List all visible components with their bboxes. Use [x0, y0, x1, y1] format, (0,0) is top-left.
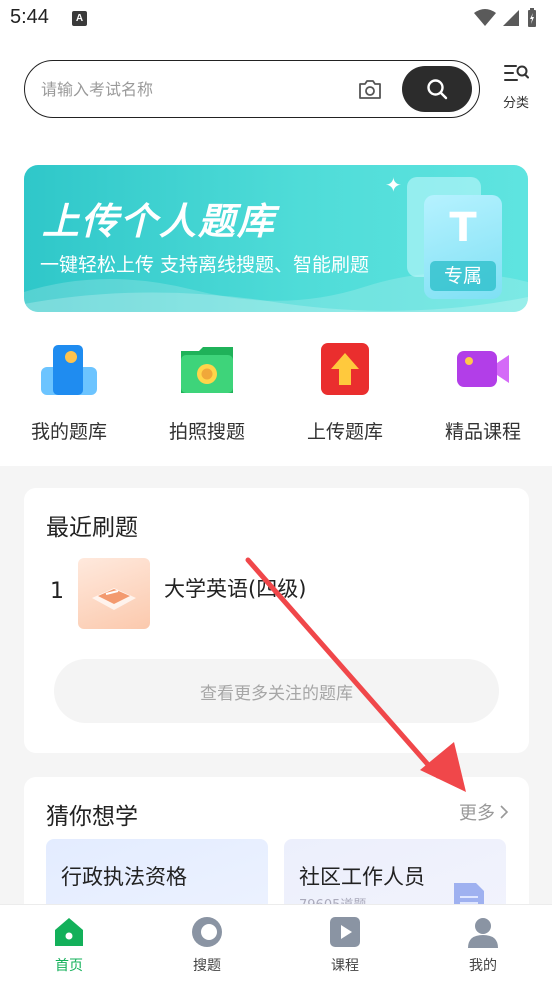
search-button[interactable] — [402, 66, 472, 112]
quick-nav-label: 上传题库 — [306, 421, 383, 443]
wifi-icon — [474, 9, 496, 26]
tab-label: 我的 — [469, 958, 497, 974]
quick-nav-my-bank[interactable]: 我的题库 — [0, 335, 138, 444]
recommend-item-name: 行政执法资格 — [61, 865, 187, 889]
tab-label: 搜题 — [193, 958, 221, 974]
recent-item-name[interactable]: 大学英语(四级) — [164, 573, 306, 603]
more-link[interactable]: 更多 — [459, 799, 509, 825]
recent-practice-card: 最近刷题 1 大学英语(四级) 查看更多关注的题库 — [24, 488, 529, 753]
top-section: 5:44 A 分类 — [0, 0, 552, 466]
tab-courses[interactable]: 课程 — [276, 905, 414, 981]
tab-profile[interactable]: 我的 — [414, 905, 552, 981]
tab-label: 首页 — [55, 958, 83, 974]
banner-title: 上传个人题库 — [42, 200, 276, 243]
quick-nav-courses[interactable]: 精品课程 — [414, 335, 552, 444]
search-tab-icon — [190, 915, 224, 949]
banner-subtitle: 一键轻松上传 支持离线搜题、智能刷题 — [40, 254, 370, 276]
question-bank-icon — [39, 339, 99, 399]
upload-banner[interactable]: ✦ 上传个人题库 一键轻松上传 支持离线搜题、智能刷题 T 专属 — [24, 165, 528, 312]
profile-icon — [466, 915, 500, 949]
quick-nav-label: 精品课程 — [444, 421, 521, 443]
tab-search[interactable]: 搜题 — [138, 905, 276, 981]
notification-app-icon: A — [72, 11, 87, 26]
document-icon: T 专属 — [424, 195, 502, 299]
more-label: 更多 — [459, 803, 495, 824]
quick-nav-upload[interactable]: 上传题库 — [276, 335, 414, 444]
quick-nav-label: 我的题库 — [30, 421, 107, 443]
bank-thumbnail[interactable] — [78, 558, 150, 629]
status-bar: 5:44 A — [0, 0, 552, 40]
status-indicators — [474, 8, 538, 28]
camera-icon[interactable] — [357, 77, 383, 101]
home-icon — [52, 915, 86, 949]
recommend-title: 猜你想学 — [46, 804, 138, 830]
upload-icon — [315, 339, 375, 399]
category-button[interactable]: 分类 — [496, 62, 536, 114]
photo-search-icon — [177, 339, 237, 399]
quick-nav-photo-search[interactable]: 拍照搜题 — [138, 335, 276, 444]
view-more-followed-button[interactable]: 查看更多关注的题库 — [54, 659, 499, 723]
search-input[interactable] — [41, 76, 341, 102]
recommend-item-name: 社区工作人员 — [299, 865, 425, 889]
sparkle-icon: ✦ — [385, 173, 402, 197]
filter-list-icon — [504, 65, 529, 81]
bottom-navigation: 首页 搜题 课程 我的 — [0, 904, 552, 981]
exclusive-tag: 专属 — [430, 261, 496, 291]
tab-home[interactable]: 首页 — [0, 905, 138, 981]
signal-icon — [503, 10, 519, 26]
video-course-icon — [453, 339, 513, 399]
recent-item-index: 1 — [50, 579, 64, 604]
search-icon — [427, 79, 448, 100]
recent-title: 最近刷题 — [46, 515, 138, 541]
tab-label: 课程 — [331, 958, 359, 974]
document-letter: T — [449, 205, 477, 251]
status-time: 5:44 — [10, 6, 49, 28]
category-label: 分类 — [502, 96, 529, 111]
quick-nav: 我的题库 拍照搜题 上传题库 精品课程 — [0, 335, 552, 450]
chevron-right-icon — [500, 805, 509, 819]
battery-icon — [528, 8, 536, 27]
search-bar — [24, 60, 480, 118]
play-course-icon — [328, 915, 362, 949]
quick-nav-label: 拍照搜题 — [168, 421, 245, 443]
